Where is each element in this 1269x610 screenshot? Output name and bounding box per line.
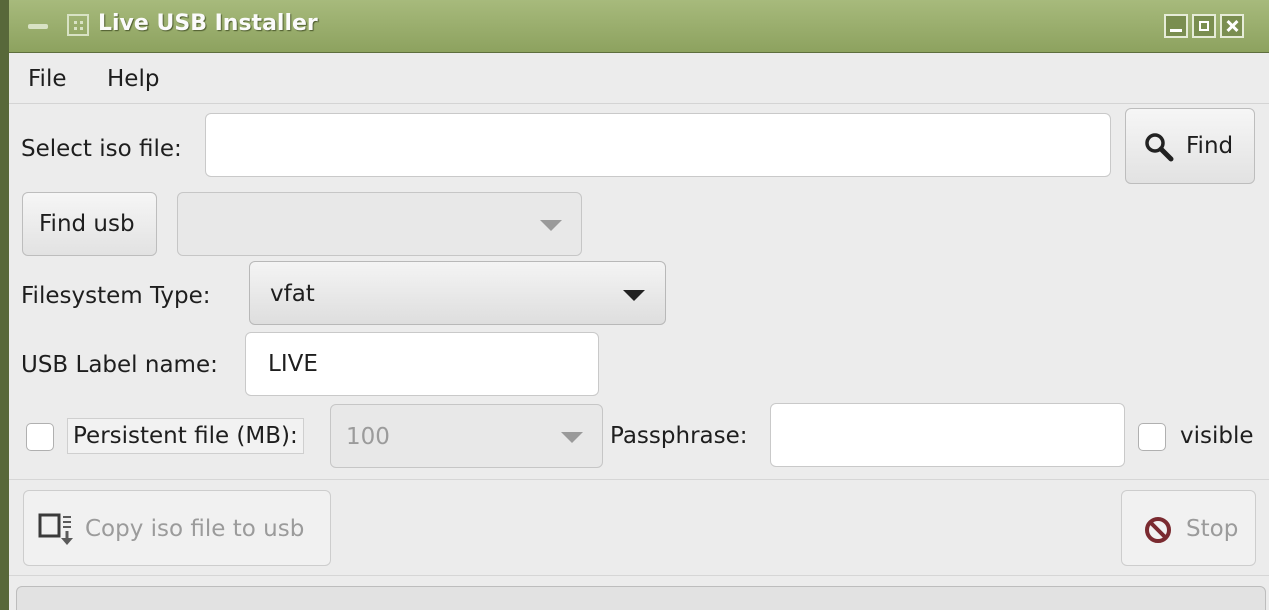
divider bbox=[9, 479, 1269, 480]
window-menu-icon[interactable] bbox=[67, 14, 89, 36]
progress-bar bbox=[16, 586, 1266, 610]
divider bbox=[9, 575, 1269, 576]
stop-icon bbox=[1145, 517, 1171, 543]
filesystem-value: vfat bbox=[270, 281, 315, 307]
copy-iso-button[interactable]: Copy iso file to usb bbox=[23, 490, 331, 566]
window-title: Live USB Installer bbox=[98, 11, 318, 36]
window-border bbox=[0, 0, 9, 610]
persistent-size-value: 100 bbox=[346, 424, 390, 450]
magnifier-icon bbox=[1145, 133, 1174, 162]
visible-label: visible bbox=[1180, 423, 1254, 449]
find-usb-button[interactable]: Find usb bbox=[22, 192, 157, 256]
persistent-file-label: Persistent file (MB): bbox=[67, 418, 304, 454]
maximize-button[interactable] bbox=[1192, 14, 1216, 38]
app-window: Live USB Installer File Help Select iso … bbox=[0, 0, 1269, 610]
filesystem-select[interactable]: vfat bbox=[249, 261, 666, 325]
find-usb-label: Find usb bbox=[39, 211, 135, 237]
pin-icon[interactable] bbox=[28, 24, 48, 29]
iso-file-field[interactable] bbox=[205, 113, 1111, 177]
copy-iso-label: Copy iso file to usb bbox=[85, 516, 305, 542]
usb-device-select[interactable] bbox=[177, 192, 582, 256]
visible-checkbox[interactable] bbox=[1138, 423, 1166, 451]
close-button[interactable] bbox=[1220, 14, 1244, 38]
usb-label-name-field[interactable] bbox=[245, 332, 599, 396]
persistent-checkbox[interactable] bbox=[26, 423, 54, 451]
copy-to-usb-icon bbox=[38, 513, 73, 545]
passphrase-label: Passphrase: bbox=[610, 423, 748, 449]
usb-label-name-input[interactable] bbox=[246, 333, 598, 395]
chevron-down-icon bbox=[623, 290, 645, 301]
iso-file-input[interactable] bbox=[206, 114, 1110, 176]
passphrase-field[interactable] bbox=[770, 403, 1125, 467]
minimize-button[interactable] bbox=[1164, 14, 1188, 38]
usb-label-name-label: USB Label name: bbox=[21, 352, 218, 378]
title-bar[interactable]: Live USB Installer bbox=[9, 0, 1269, 53]
menu-bar: File Help bbox=[9, 53, 1269, 104]
passphrase-input[interactable] bbox=[771, 404, 1124, 466]
menu-file[interactable]: File bbox=[28, 66, 67, 92]
find-iso-button[interactable]: Find bbox=[1125, 108, 1255, 184]
find-iso-label: Find bbox=[1186, 133, 1234, 159]
persistent-size-select[interactable]: 100 bbox=[330, 404, 603, 468]
chevron-down-icon bbox=[561, 432, 583, 443]
chevron-down-icon bbox=[540, 220, 562, 231]
stop-button[interactable]: Stop bbox=[1121, 490, 1256, 566]
stop-label: Stop bbox=[1186, 516, 1239, 542]
menu-help[interactable]: Help bbox=[107, 66, 159, 92]
filesystem-label: Filesystem Type: bbox=[21, 283, 211, 309]
iso-file-label: Select iso file: bbox=[21, 136, 182, 162]
